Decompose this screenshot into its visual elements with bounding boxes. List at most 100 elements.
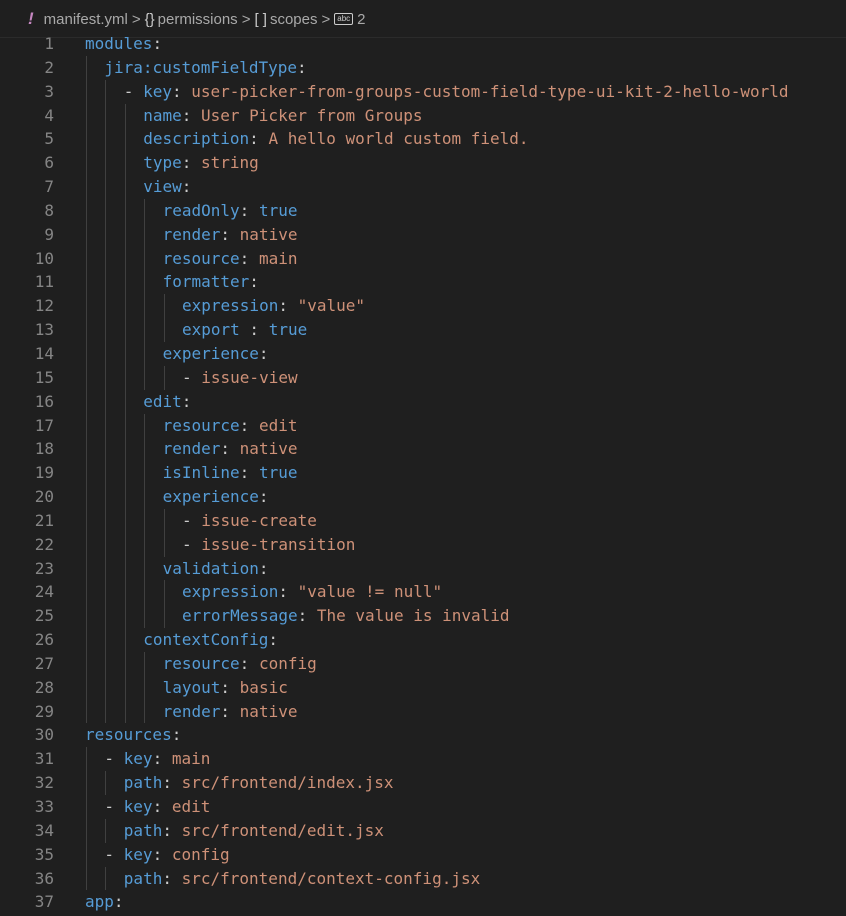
- indent-guide: [124, 389, 126, 414]
- key-colon: :: [220, 224, 231, 244]
- yaml-value: native: [239, 701, 298, 721]
- code-content: - key: config: [104, 843, 229, 867]
- code-line[interactable]: 12 expression: "value": [0, 294, 846, 319]
- code-line[interactable]: 11 formatter:: [0, 270, 846, 295]
- yaml-key: render: [162, 439, 221, 459]
- breadcrumb-scopes[interactable]: scopes: [270, 11, 318, 28]
- list-dash: -: [104, 797, 124, 816]
- yaml-value: config: [171, 844, 230, 864]
- indent-guide: [105, 866, 107, 891]
- code-line[interactable]: 33 - key: edit: [0, 795, 846, 819]
- indent-guide: [105, 103, 107, 128]
- code-line[interactable]: 32 path: src/frontend/index.jsx: [0, 771, 846, 795]
- object-icon: {}: [144, 10, 155, 28]
- indent-guide: [144, 365, 146, 390]
- code-line[interactable]: 8 readOnly: true: [0, 198, 846, 223]
- indent-guide: [86, 246, 87, 271]
- key-colon: :: [152, 797, 163, 816]
- yaml-value: main: [258, 248, 298, 268]
- code-line[interactable]: 9 render: native: [0, 222, 846, 247]
- code-line[interactable]: 17 resource: edit: [0, 413, 846, 438]
- line-number: 32: [34, 773, 54, 793]
- yaml-value: "value": [297, 296, 366, 316]
- code-line[interactable]: 21 - issue-create: [0, 508, 846, 533]
- code-line[interactable]: 34 path: src/frontend/edit.jsx: [0, 818, 846, 843]
- code-line[interactable]: 27 resource: config: [0, 651, 846, 676]
- code-line[interactable]: 25 errorMessage: The value is invalid: [0, 604, 846, 629]
- code-content: name: User Picker from Groups: [143, 104, 422, 128]
- code-line[interactable]: 36 path: src/frontend/context-config.jsx: [0, 866, 846, 891]
- yaml-key: contextConfig: [143, 630, 269, 650]
- code-line[interactable]: 18 render: native: [0, 437, 846, 462]
- indent-guide: [86, 175, 87, 199]
- code-line[interactable]: 28 layout: basic: [0, 675, 846, 700]
- line-number: 3: [44, 81, 54, 101]
- code-line[interactable]: 37 app:: [0, 890, 846, 914]
- line-number: 25: [34, 606, 54, 626]
- indent-guide: [124, 127, 126, 152]
- code-line[interactable]: 30 resources:: [0, 723, 846, 747]
- code-line[interactable]: 24 expression: "value != null": [0, 580, 846, 605]
- code-line[interactable]: 7 view:: [0, 175, 846, 199]
- line-number: 18: [34, 439, 54, 459]
- code-line[interactable]: 35 - key: config: [0, 842, 846, 867]
- code-content: experience:: [163, 485, 269, 509]
- code-content: - issue-view: [182, 366, 298, 390]
- key-colon: :: [249, 129, 259, 149]
- breadcrumb-file[interactable]: manifest.yml: [44, 11, 128, 28]
- line-number: 15: [34, 367, 54, 387]
- breadcrumb-item-2[interactable]: 2: [357, 11, 365, 28]
- code-line[interactable]: 23 validation:: [0, 556, 846, 581]
- code-line[interactable]: 13 export : true: [0, 318, 846, 342]
- code-line[interactable]: 15 - issue-view: [0, 365, 846, 390]
- line-number: 24: [34, 582, 54, 602]
- code-line[interactable]: 14 experience:: [0, 341, 846, 366]
- code-line[interactable]: 6 type: string: [0, 151, 846, 176]
- code-line[interactable]: 22 - issue-transition: [0, 532, 846, 557]
- code-line[interactable]: 29 render: native: [0, 699, 846, 724]
- code-line[interactable]: 26 contextConfig:: [0, 628, 846, 652]
- key-colon: :: [297, 606, 308, 626]
- chevron-right-icon: >: [241, 10, 251, 28]
- chevron-right-icon: >: [131, 10, 141, 28]
- yaml-value: native: [239, 224, 298, 244]
- code-editor[interactable]: 1 modules: 2 jira:customFieldType: 3 - key: u…: [0, 32, 846, 914]
- breadcrumb-permissions[interactable]: permissions: [158, 11, 238, 28]
- key-colon: :: [162, 868, 172, 888]
- code-line[interactable]: 2 jira:customFieldType:: [0, 55, 846, 80]
- code-line[interactable]: 5 description: A hello world custom field…: [0, 127, 846, 152]
- indent-guide: [86, 699, 87, 724]
- indent-guide: [105, 365, 107, 390]
- code-line[interactable]: 10 resource: main: [0, 246, 846, 271]
- indent-guide: [144, 651, 146, 676]
- line-number: 6: [44, 153, 54, 173]
- line-number: 1: [44, 34, 54, 53]
- code-content: path: src/frontend/edit.jsx: [124, 819, 384, 843]
- indent-guide: [144, 580, 146, 605]
- indent-guide: [86, 556, 87, 581]
- indent-guide: [105, 675, 107, 700]
- key-colon: :: [258, 558, 269, 578]
- key-colon: :: [220, 439, 231, 459]
- yaml-value: main: [171, 749, 211, 769]
- code-line[interactable]: 20 experience:: [0, 485, 846, 509]
- list-dash: -: [182, 510, 202, 530]
- line-number: 20: [34, 487, 54, 507]
- key-colon: :: [239, 463, 250, 483]
- indent-guide: [86, 413, 87, 438]
- indent-guide: [105, 532, 107, 557]
- code-content: resource: config: [163, 652, 317, 676]
- code-line[interactable]: 19 isInline: true: [0, 461, 846, 486]
- indent-guide: [105, 580, 107, 605]
- code-line[interactable]: 4 name: User Picker from Groups: [0, 103, 846, 128]
- line-number: 9: [44, 224, 54, 244]
- indent-guide: [124, 485, 126, 509]
- yaml-key: edit: [143, 391, 182, 411]
- code-content: render: native: [163, 437, 298, 461]
- code-line[interactable]: 16 edit:: [0, 389, 846, 414]
- code-line[interactable]: 3 - key: user-picker-from-groups-custom-f…: [0, 79, 846, 104]
- code-line[interactable]: 31 - key: main: [0, 747, 846, 772]
- indent-guide: [124, 365, 126, 390]
- code-line[interactable]: 1 modules:: [0, 32, 846, 56]
- key-colon: :: [152, 844, 163, 864]
